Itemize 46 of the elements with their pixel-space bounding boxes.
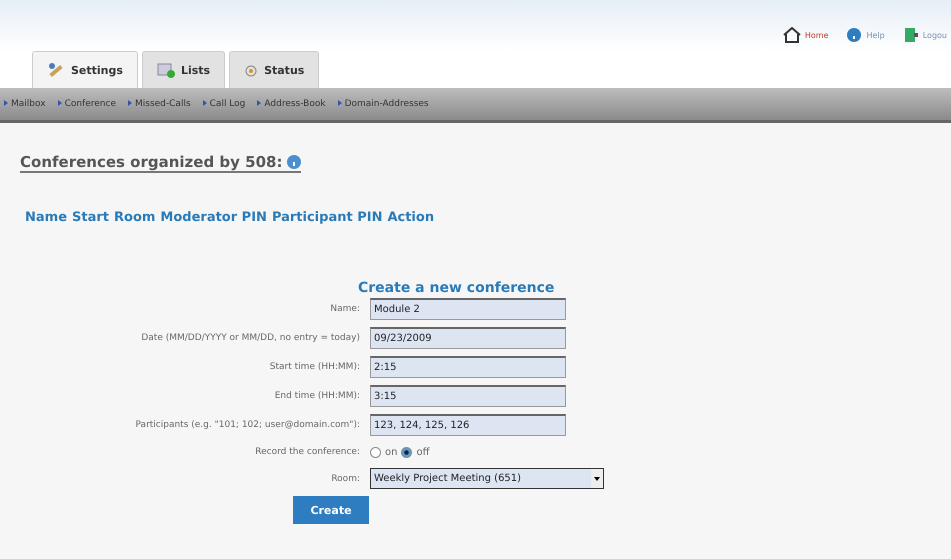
help-icon xyxy=(846,27,862,43)
nav-link[interactable]: Mailbox xyxy=(4,99,46,109)
top-link[interactable]: Help xyxy=(846,20,885,50)
home-icon xyxy=(782,27,801,43)
top-link[interactable]: Logou xyxy=(902,20,947,50)
column-header: Name xyxy=(25,210,68,225)
nav-link[interactable]: Conference xyxy=(58,99,116,109)
field-label: End time (HH:MM): xyxy=(274,391,360,401)
tab[interactable]: Settings xyxy=(32,51,138,88)
tab[interactable]: Status xyxy=(229,51,320,88)
radio-button[interactable] xyxy=(370,446,381,458)
radio-button[interactable] xyxy=(401,446,412,458)
text-field[interactable]: 3:15 xyxy=(370,385,566,407)
tools-icon xyxy=(47,61,65,79)
text-field[interactable]: 2:15 xyxy=(370,356,566,378)
field-label: Start time (HH:MM): xyxy=(268,362,360,372)
column-header: Action xyxy=(387,210,434,225)
column-header: Participant PIN xyxy=(272,210,382,225)
gauge-icon xyxy=(244,63,258,77)
nav-link[interactable]: Domain-Addresses xyxy=(338,99,429,109)
nav-link[interactable]: Address-Book xyxy=(257,99,326,109)
list-icon xyxy=(156,61,175,79)
field-label: Record the conference: xyxy=(254,447,360,457)
text-field[interactable]: 09/23/2009 xyxy=(370,327,566,349)
field-label: Participants (e.g. "101; 102; user@domain.com"): xyxy=(134,420,360,430)
column-header: Room xyxy=(114,210,156,225)
form-title: Create a new conference xyxy=(358,280,556,296)
top-link[interactable]: Home xyxy=(782,20,828,50)
help-icon[interactable] xyxy=(287,155,302,169)
room-dropdown[interactable]: Weekly Project Meeting (651) xyxy=(370,468,604,489)
column-header: Moderator PIN xyxy=(160,210,267,225)
radio-label: on xyxy=(385,446,398,458)
heading-text: Conferences organized by 508: xyxy=(20,153,282,171)
field-label: Date (MM/DD/YYYY or MM/DD, no entry = today) xyxy=(140,333,360,343)
radio-label: off xyxy=(416,446,430,458)
caret-icon xyxy=(591,469,603,488)
tab[interactable]: Lists xyxy=(142,51,226,88)
field-label: Room: xyxy=(330,474,360,484)
text-field[interactable]: Module 2 xyxy=(370,298,566,320)
door-icon xyxy=(902,27,919,43)
field-label: Name: xyxy=(329,304,360,314)
create-button[interactable]: Create xyxy=(293,496,369,524)
nav-link[interactable]: Call Log xyxy=(202,99,246,109)
column-header: Start xyxy=(72,210,109,225)
text-field[interactable]: 123, 124, 125, 126 xyxy=(370,414,566,436)
nav-link[interactable]: Missed-Calls xyxy=(128,99,191,109)
